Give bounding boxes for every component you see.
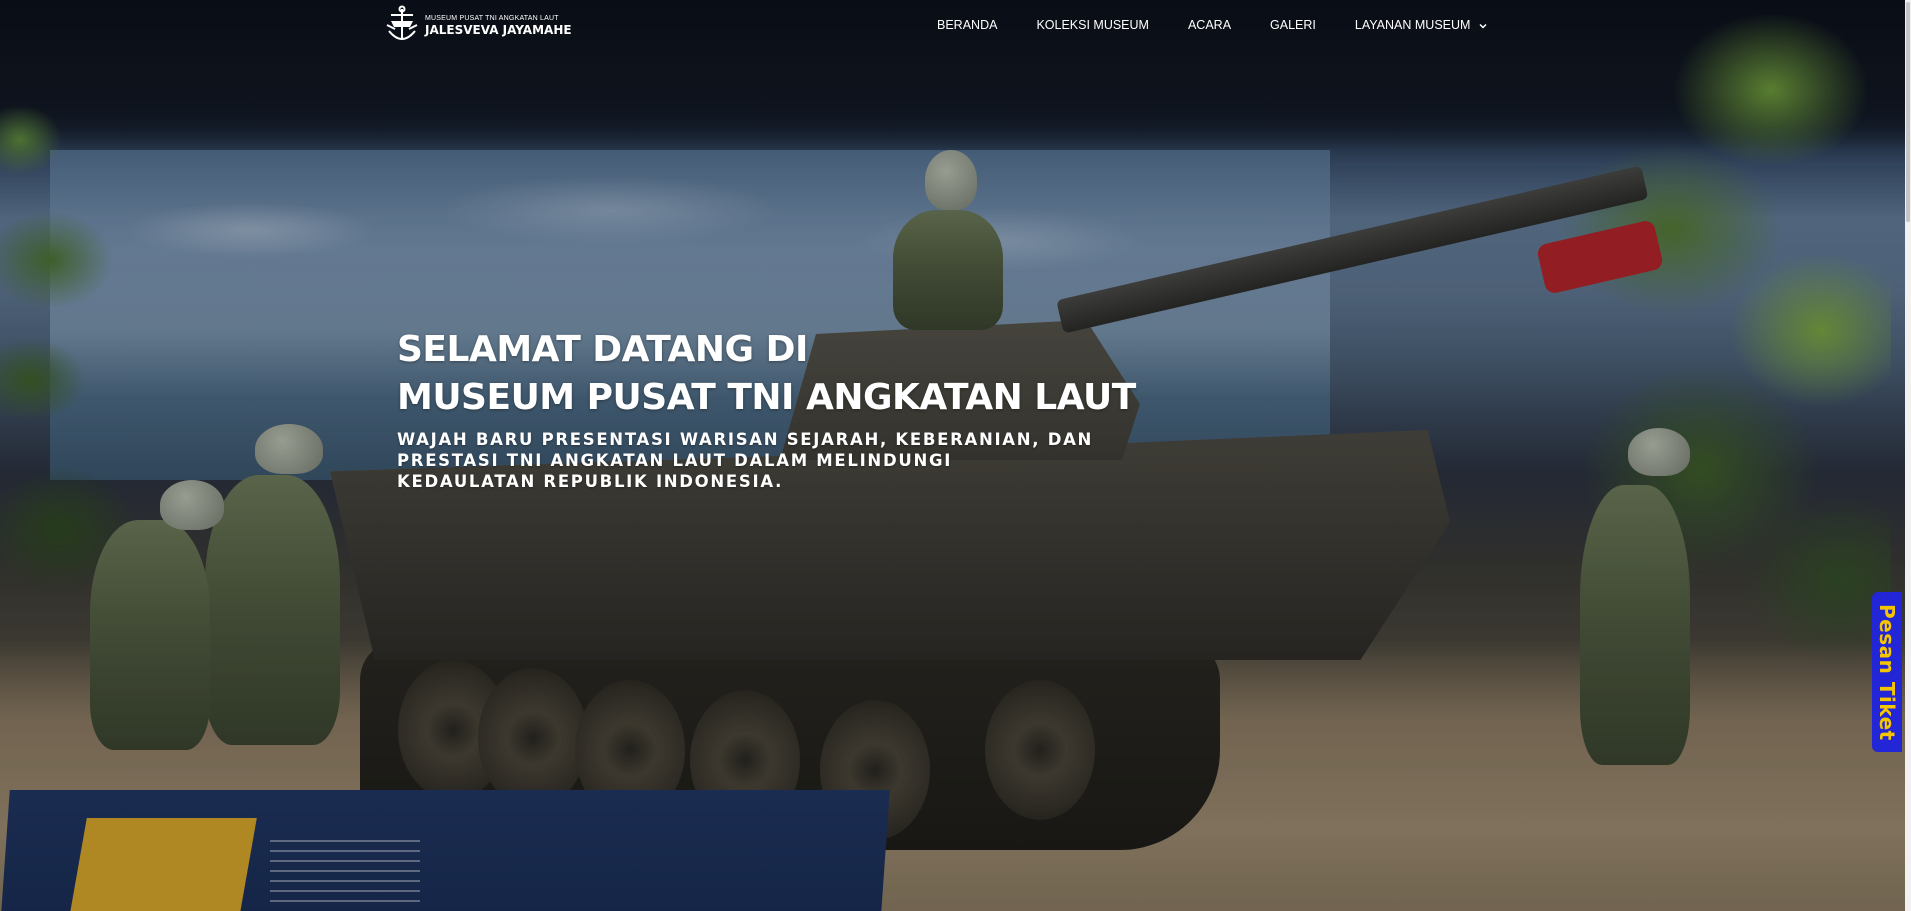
nav-acara[interactable]: ACARA (1188, 18, 1231, 32)
hero-subtitle: WAJAH BARU PRESENTASI WARISAN SEJARAH, K… (397, 430, 1094, 491)
nav-beranda[interactable]: BERANDA (937, 18, 997, 32)
top-navbar: MUSEUM PUSAT TNI ANGKATAN LAUT JALESVEVA… (0, 0, 1911, 55)
hero-section: MUSEUM PUSAT TNI ANGKATAN LAUT JALESVEVA… (0, 0, 1911, 911)
chevron-down-icon (1478, 20, 1488, 30)
nav-label: BERANDA (937, 18, 998, 32)
nav-label: KOLEKSI MUSEUM (1036, 18, 1149, 32)
hero-title-line2: MUSEUM PUSAT TNI ANGKATAN LAUT (397, 377, 1136, 418)
logo-name: JALESVEVA JAYAMAHE (425, 22, 572, 37)
site-logo[interactable]: MUSEUM PUSAT TNI ANGKATAN LAUT JALESVEVA… (385, 5, 572, 45)
nav-label: ACARA (1187, 18, 1232, 32)
main-menu: BERANDA KOLEKSI MUSEUM ACARA GALERI LAYA… (937, 18, 1488, 32)
hero-title-line1: SELAMAT DATANG DI (397, 329, 808, 370)
book-ticket-button[interactable]: Pesan Tiket (1872, 592, 1902, 752)
nav-layanan-museum[interactable]: LAYANAN MUSEUM (1355, 18, 1489, 32)
nav-galeri[interactable]: GALERI (1270, 18, 1316, 32)
nav-label: GALERI (1270, 18, 1316, 32)
hero-title: SELAMAT DATANG DI MUSEUM PUSAT TNI ANGKA… (397, 326, 1136, 422)
book-ticket-label: Pesan Tiket (1875, 603, 1899, 741)
scrollbar-thumb[interactable] (1906, 2, 1910, 222)
logo-tagline: MUSEUM PUSAT TNI ANGKATAN LAUT (425, 14, 559, 22)
nav-koleksi-museum[interactable]: KOLEKSI MUSEUM (1036, 18, 1149, 32)
nav-label: LAYANAN MUSEUM (1354, 18, 1471, 32)
anchor-icon (385, 5, 419, 45)
